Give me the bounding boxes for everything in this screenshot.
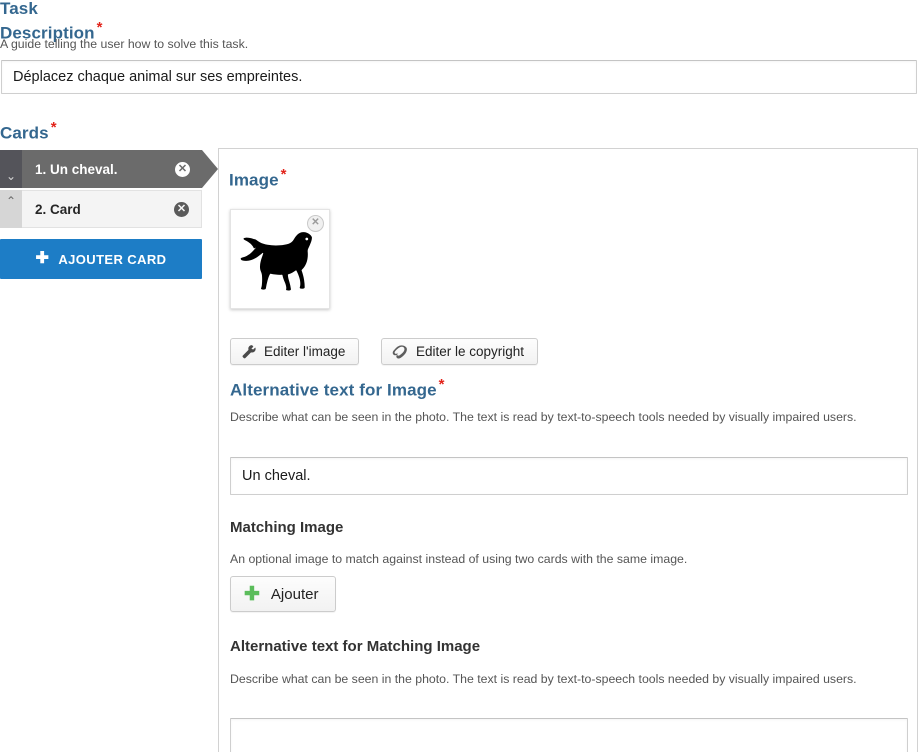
horse-silhouette-icon bbox=[240, 232, 312, 291]
required-asterisk: * bbox=[438, 376, 445, 393]
alt-text-help: Describe what can be seen in the photo. … bbox=[230, 410, 857, 424]
card-list-item-2[interactable]: ⌃ 2. Card ✕ bbox=[0, 190, 202, 228]
cards-list: ⌄ 1. Un cheval. ✕ ⌃ 2. Card ✕ bbox=[0, 150, 218, 230]
required-asterisk: * bbox=[50, 119, 57, 136]
task-description-input[interactable] bbox=[1, 60, 917, 94]
alt-text-section-title-text: Alternative text for Image bbox=[230, 380, 437, 400]
alt-matching-help: Describe what can be seen in the photo. … bbox=[230, 672, 857, 686]
matching-image-help: An optional image to match against inste… bbox=[230, 552, 688, 566]
edit-image-button-label: Editer l'image bbox=[264, 344, 346, 359]
image-section-title: Image * bbox=[229, 166, 287, 191]
required-asterisk: * bbox=[96, 19, 103, 36]
h5p-memory-game-editor: Task Description * A guide telling the us… bbox=[0, 0, 919, 752]
copyright-icon bbox=[392, 345, 407, 359]
card-list-item-2-label: 2. Card bbox=[35, 201, 81, 217]
chevron-up-icon[interactable]: ⌃ bbox=[0, 190, 22, 228]
cards-title-text: Cards bbox=[0, 123, 49, 143]
add-matching-image-button[interactable]: ✚ Ajouter bbox=[230, 576, 337, 612]
alt-matching-section-title: Alternative text for Matching Image bbox=[230, 638, 481, 655]
cards-title: Cards * bbox=[0, 119, 57, 144]
add-card-button-label: AJOUTER CARD bbox=[58, 251, 167, 267]
task-description-help: A guide telling the user how to solve th… bbox=[0, 37, 249, 51]
add-card-button[interactable]: ✚ AJOUTER CARD bbox=[0, 239, 202, 279]
card-list-item-1-label: 1. Un cheval. bbox=[35, 161, 118, 177]
card-list-item-1-body[interactable]: 1. Un cheval. ✕ bbox=[22, 150, 202, 188]
alt-text-input[interactable] bbox=[230, 457, 908, 495]
matching-image-section-title: Matching Image bbox=[230, 519, 344, 536]
plus-icon: ✚ bbox=[35, 250, 50, 267]
card-editor-panel: Image * ✕ Editer l'image Editer le copyri bbox=[218, 148, 918, 752]
edit-copyright-button[interactable]: Editer le copyright bbox=[381, 338, 539, 365]
close-circle-icon[interactable]: ✕ bbox=[175, 161, 190, 177]
remove-image-icon[interactable]: ✕ bbox=[307, 215, 324, 232]
image-section-title-text: Image bbox=[229, 170, 279, 190]
add-matching-image-button-label: Ajouter bbox=[270, 585, 319, 603]
chevron-down-icon[interactable]: ⌄ bbox=[0, 150, 22, 188]
card-list-item-2-body[interactable]: 2. Card ✕ bbox=[22, 190, 202, 228]
edit-copyright-button-label: Editer le copyright bbox=[416, 344, 525, 359]
card-list-item-1[interactable]: ⌄ 1. Un cheval. ✕ bbox=[0, 150, 218, 188]
plus-icon: ✚ bbox=[244, 583, 260, 605]
alt-matching-input[interactable] bbox=[230, 718, 908, 752]
close-circle-icon[interactable]: ✕ bbox=[174, 201, 189, 217]
required-asterisk: * bbox=[280, 166, 287, 183]
edit-image-button[interactable]: Editer l'image bbox=[230, 338, 360, 365]
wrench-icon bbox=[242, 345, 256, 359]
selected-card-pointer bbox=[202, 150, 218, 188]
image-thumbnail[interactable]: ✕ bbox=[230, 209, 330, 309]
alt-text-section-title: Alternative text for Image * bbox=[230, 376, 445, 401]
